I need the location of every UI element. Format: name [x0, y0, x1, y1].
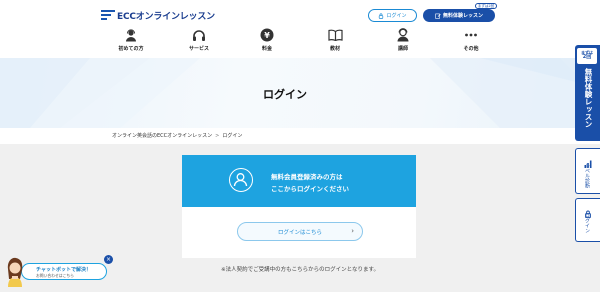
- chatbot-title: チャットボットで解決！: [36, 267, 91, 273]
- site-header: ECCオンラインレッスン ログイン 無料体験レッスン まずは2回 初めての方 サ…: [0, 0, 600, 58]
- nav-label-more: その他: [463, 46, 479, 52]
- chatbot-bubble[interactable]: チャットボットで解決！ お問い合わせはこちら: [21, 263, 107, 280]
- side-trial-label: 無料体験レッスン: [584, 68, 593, 128]
- teacher-icon: [396, 28, 410, 42]
- login-card-header: 無料会員登録済みの方は ここからログインください: [182, 155, 416, 207]
- chatbot-widget[interactable]: チャットボットで解決！ お問い合わせはこちら ×: [6, 255, 113, 287]
- side-level-check-tab[interactable]: レベル診断: [575, 148, 600, 194]
- login-here-button[interactable]: ログインはこちら ›: [237, 222, 363, 241]
- main-nav: 初めての方 サービス ¥ 料金 教材 講師 その他: [106, 28, 496, 56]
- nav-item-first-time[interactable]: 初めての方: [106, 28, 156, 56]
- page-banner: ログイン: [0, 58, 600, 128]
- more-dots-icon: [464, 28, 478, 42]
- ecc-logo[interactable]: ECCオンラインレッスン: [101, 8, 215, 22]
- breadcrumb-separator-icon: >: [215, 133, 220, 139]
- nav-label-teachers: 講師: [397, 46, 408, 52]
- login-card: 無料会員登録済みの方は ここからログインください ログインはこちら ›: [182, 155, 416, 258]
- side-trial-tab[interactable]: まずは 2回 無料体験レッスン: [575, 45, 600, 141]
- chevron-right-icon: ›: [351, 227, 354, 235]
- yen-icon: ¥: [260, 28, 274, 42]
- lock-icon: [379, 12, 384, 19]
- nav-label-first-time: 初めての方: [118, 46, 144, 52]
- page-title: ログイン: [263, 88, 307, 101]
- side-login-tab[interactable]: ログイン: [575, 198, 600, 242]
- breadcrumb-home[interactable]: オンライン英会話のECCオンラインレッスン: [112, 133, 212, 139]
- user-avatar-icon: [229, 168, 253, 192]
- header-login-label: ログイン: [386, 13, 407, 19]
- nav-label-service: サービス: [188, 46, 209, 52]
- nav-item-service[interactable]: サービス: [174, 28, 224, 56]
- logo-text: ECCオンラインレッスン: [117, 11, 215, 22]
- breadcrumb: オンライン英会話のECCオンラインレッスン > ログイン: [112, 132, 242, 139]
- trial-count-badge: まずは2回: [475, 3, 497, 9]
- headset-person-icon: [124, 28, 138, 42]
- header-trial-label: 無料体験レッスン: [442, 13, 483, 19]
- login-card-message: 無料会員登録済みの方は ここからログインください: [271, 171, 349, 195]
- book-icon: [327, 28, 343, 42]
- nav-label-price: 料金: [261, 46, 272, 52]
- nav-item-more[interactable]: その他: [446, 28, 496, 56]
- side-login-label: ログイン: [584, 213, 590, 233]
- chatbot-avatar-icon: [6, 257, 24, 287]
- login-card-line2: ここからログインください: [271, 185, 349, 193]
- headphones-icon: [192, 28, 206, 42]
- nav-label-materials: 教材: [329, 46, 340, 52]
- breadcrumb-current: ログイン: [222, 133, 243, 139]
- login-here-label: ログインはこちら: [277, 229, 322, 236]
- side-level-check-label: レベル診断: [584, 163, 590, 188]
- side-trial-badge: まずは 2回: [577, 48, 597, 64]
- header-login-button[interactable]: ログイン: [368, 9, 417, 22]
- nav-item-materials[interactable]: 教材: [310, 28, 360, 56]
- header-trial-button[interactable]: 無料体験レッスン: [423, 9, 495, 22]
- chatbot-subtitle: お問い合わせはこちら: [36, 273, 74, 278]
- chatbot-close-button[interactable]: ×: [104, 255, 113, 264]
- nav-item-price[interactable]: ¥ 料金: [242, 28, 292, 56]
- ecc-logo-mark-icon: [101, 9, 115, 21]
- nav-item-teachers[interactable]: 講師: [378, 28, 428, 56]
- login-card-line1: 無料会員登録済みの方は: [271, 173, 343, 181]
- svg-text:¥: ¥: [264, 31, 270, 40]
- side-trial-badge-line2: 2回: [582, 54, 592, 60]
- pencil-note-icon: [435, 13, 441, 19]
